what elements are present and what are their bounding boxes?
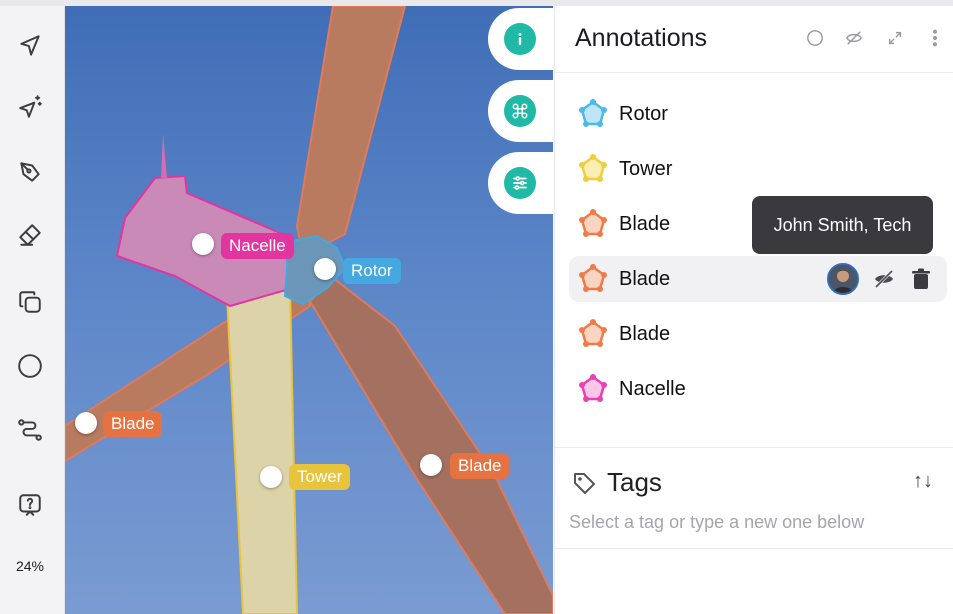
annotation-item-blade-selected[interactable]: Blade bbox=[569, 256, 947, 302]
label-nacelle[interactable]: Nacelle bbox=[221, 233, 294, 259]
left-toolbar: 24% bbox=[0, 6, 65, 614]
circle-outline-icon[interactable] bbox=[805, 28, 825, 48]
circle-icon[interactable] bbox=[12, 348, 48, 384]
label-tower[interactable]: Tower bbox=[289, 464, 351, 490]
label-blade-right[interactable]: Blade bbox=[450, 453, 510, 479]
annotation-item-rotor[interactable]: Rotor bbox=[569, 91, 947, 137]
annotation-label: Nacelle bbox=[619, 378, 686, 400]
annotation-label: Blade bbox=[619, 268, 671, 290]
annotations-panel: Annotations Rotor Tower Blade Blade Blad… bbox=[554, 6, 953, 614]
more-options-icon[interactable] bbox=[925, 28, 945, 48]
info-button[interactable] bbox=[488, 8, 558, 70]
command-button[interactable] bbox=[488, 80, 558, 142]
wind-turbine-image bbox=[65, 6, 553, 614]
polygon-icon bbox=[579, 209, 607, 237]
zoom-level[interactable]: 24% bbox=[0, 558, 60, 574]
expand-icon[interactable] bbox=[885, 28, 905, 48]
user-tooltip: John Smith, Tech bbox=[752, 196, 933, 254]
panel-header: Annotations bbox=[555, 6, 953, 73]
annotation-label: Blade bbox=[619, 213, 671, 235]
sort-icon[interactable]: ↑↓ bbox=[913, 470, 933, 493]
panel-title: Annotations bbox=[575, 24, 708, 52]
delete-icon[interactable] bbox=[911, 268, 931, 290]
tags-section: Tags ↑↓ Select a tag or type a new one b… bbox=[555, 447, 953, 549]
image-canvas[interactable]: Nacelle Rotor Blade Tower Blade bbox=[65, 6, 553, 614]
polygon-icon bbox=[579, 319, 607, 347]
tag-input[interactable]: Select a tag or type a new one below bbox=[569, 512, 864, 533]
help-icon[interactable] bbox=[12, 487, 48, 523]
polygon-icon bbox=[579, 154, 607, 182]
eraser-icon[interactable] bbox=[12, 217, 48, 253]
hide-all-icon[interactable] bbox=[844, 28, 864, 48]
annotation-item-nacelle[interactable]: Nacelle bbox=[569, 366, 947, 412]
polygon-icon bbox=[579, 264, 607, 292]
annotation-label: Blade bbox=[619, 323, 671, 345]
copy-icon[interactable] bbox=[12, 284, 48, 320]
smart-select-icon[interactable] bbox=[12, 89, 48, 125]
settings-sliders-icon bbox=[504, 167, 536, 199]
blade-left-point[interactable] bbox=[75, 412, 97, 434]
tags-title: Tags bbox=[607, 467, 662, 497]
polyline-icon[interactable] bbox=[12, 412, 48, 448]
avatar[interactable] bbox=[827, 263, 859, 295]
polygon-icon bbox=[579, 99, 607, 127]
info-icon bbox=[504, 23, 536, 55]
label-blade-left[interactable]: Blade bbox=[103, 411, 163, 437]
annotation-item-tower[interactable]: Tower bbox=[569, 146, 947, 192]
pen-icon[interactable] bbox=[12, 154, 48, 190]
rotor-point[interactable] bbox=[314, 258, 336, 280]
label-rotor[interactable]: Rotor bbox=[343, 258, 401, 284]
navigate-icon[interactable] bbox=[12, 28, 48, 64]
annotation-label: Rotor bbox=[619, 103, 668, 125]
polygon-icon bbox=[579, 374, 607, 402]
command-icon bbox=[504, 95, 536, 127]
nacelle-point[interactable] bbox=[192, 233, 214, 255]
settings-button[interactable] bbox=[488, 152, 558, 214]
panel-side-buttons bbox=[487, 6, 558, 222]
tower-point[interactable] bbox=[260, 466, 282, 488]
tag-icon bbox=[574, 473, 595, 494]
annotation-item-blade[interactable]: Blade bbox=[569, 311, 947, 357]
blade-right-point[interactable] bbox=[420, 454, 442, 476]
hide-icon[interactable] bbox=[873, 268, 895, 290]
annotation-label: Tower bbox=[619, 158, 673, 180]
